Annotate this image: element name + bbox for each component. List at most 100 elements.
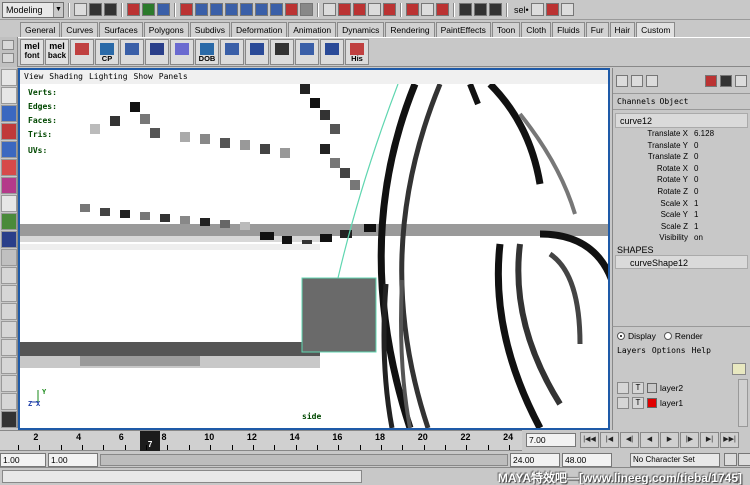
attribute-value[interactable]: on xyxy=(691,232,750,244)
pick-misc-icon[interactable] xyxy=(285,3,298,16)
layout-outliner-icon[interactable] xyxy=(1,303,17,320)
channel-box-toggle-icon[interactable] xyxy=(560,3,574,16)
attribute-editor-toggle-icon[interactable] xyxy=(530,3,544,16)
play-forward-button[interactable]: ▶ xyxy=(660,432,679,448)
current-frame-field[interactable]: 7.00 xyxy=(526,433,576,447)
tab-polygons[interactable]: Polygons xyxy=(143,22,189,37)
tab-cloth[interactable]: Cloth xyxy=(521,22,552,37)
layer-color-swatch[interactable] xyxy=(647,383,657,393)
attribute-row[interactable]: Rotate Z0 xyxy=(613,186,750,198)
move-tool-icon[interactable] xyxy=(1,105,17,122)
open-scene-icon[interactable] xyxy=(89,3,102,16)
step-back-key-button[interactable]: |◀ xyxy=(600,432,619,448)
attribute-value[interactable]: 0 xyxy=(691,174,750,186)
attribute-row[interactable]: Visibility on xyxy=(613,232,750,244)
xyz-button[interactable] xyxy=(70,39,94,65)
pick-joints-icon[interactable] xyxy=(195,3,208,16)
tab-custom[interactable]: Custom xyxy=(636,22,676,37)
tab-deformation[interactable]: Deformation xyxy=(230,22,288,37)
layer-menu-help[interactable]: Help xyxy=(692,346,711,355)
scale-tool-icon[interactable] xyxy=(1,141,17,158)
input-ops-icon[interactable] xyxy=(406,3,419,16)
pick-rendering-icon[interactable] xyxy=(270,3,283,16)
animation-prefs-icon[interactable] xyxy=(738,453,750,466)
shelf-menu-icon[interactable] xyxy=(2,40,14,50)
auto-key-icon[interactable] xyxy=(724,453,737,466)
command-input[interactable] xyxy=(2,470,362,483)
tab-general[interactable]: General xyxy=(20,22,61,37)
cp-button[interactable]: CP xyxy=(95,39,119,65)
layer-mode-render[interactable]: Render xyxy=(663,331,703,341)
plane-tool-button[interactable] xyxy=(245,39,269,65)
attribute-row[interactable]: Scale Z1 xyxy=(613,221,750,233)
tab-rendering[interactable]: Rendering xyxy=(385,22,435,37)
channel-box-menu-channels[interactable]: Channels xyxy=(617,94,656,109)
cube-select-button[interactable] xyxy=(270,39,294,65)
attribute-row[interactable]: Rotate X0 xyxy=(613,163,750,175)
viewport-scene[interactable] xyxy=(20,84,608,428)
attribute-row[interactable]: Translate Y0 xyxy=(613,140,750,152)
time-slider[interactable]: 7 2 4 6 8 10 12 14 16 18 20 22 24 xyxy=(18,430,522,451)
output-ops-icon[interactable] xyxy=(421,3,434,16)
layer-visibility-toggle[interactable] xyxy=(617,382,629,394)
viewport-panel[interactable]: View Shading Lighting Show Panels Verts:… xyxy=(18,68,610,430)
go-to-start-button[interactable]: |◀◀ xyxy=(580,432,599,448)
mel-font-button[interactable]: mel font xyxy=(20,39,44,65)
layer-scrollbar[interactable] xyxy=(738,379,748,427)
shape-name-field[interactable]: curveShape12 xyxy=(615,254,748,269)
panel-menu-show[interactable]: Show xyxy=(134,70,153,84)
last-tool-icon[interactable] xyxy=(1,213,17,230)
tab-dynamics[interactable]: Dynamics xyxy=(337,22,385,37)
attribute-row[interactable]: Translate X 6.128 xyxy=(613,128,750,140)
pick-dynamics-icon[interactable] xyxy=(255,3,268,16)
layer-visibility-toggle[interactable] xyxy=(617,397,629,409)
soft-mod-tool-icon[interactable] xyxy=(1,177,17,194)
step-forward-key-button[interactable]: ▶| xyxy=(700,432,719,448)
animation-end-field[interactable]: 48.00 xyxy=(562,453,612,467)
rotate-tool-icon[interactable] xyxy=(1,123,17,140)
layout-persp-outliner-icon[interactable] xyxy=(1,357,17,374)
step-forward-frame-button[interactable]: |▶ xyxy=(680,432,699,448)
panel-menu-shading[interactable]: Shading xyxy=(49,70,83,84)
attribute-value[interactable]: 1 xyxy=(691,221,750,233)
cylinder-tool-button[interactable] xyxy=(145,39,169,65)
layout-persp-hypershade-icon[interactable] xyxy=(1,393,17,410)
show-both-icon[interactable] xyxy=(646,74,658,87)
lasso-tool-icon[interactable] xyxy=(1,87,17,104)
snap-curve-icon[interactable] xyxy=(338,3,351,16)
attribute-value[interactable]: 0 xyxy=(691,140,750,152)
tab-subdivs[interactable]: Subdivs xyxy=(189,22,230,37)
attribute-value[interactable]: 1 xyxy=(691,209,750,221)
mel-back-button[interactable]: mel back xyxy=(45,39,69,65)
animation-start-field[interactable]: 1.00 xyxy=(0,453,46,467)
layout-graph-icon[interactable] xyxy=(1,321,17,338)
layout-four-icon[interactable] xyxy=(1,249,17,266)
selection-mode-label[interactable]: sel• xyxy=(514,5,529,15)
tab-animation[interactable]: Animation xyxy=(288,22,337,37)
attribute-row[interactable]: Scale Y1 xyxy=(613,209,750,221)
tab-surfaces[interactable]: Surfaces xyxy=(99,22,143,37)
snap-point-icon[interactable] xyxy=(353,3,366,16)
layer-color-swatch[interactable] xyxy=(647,398,657,408)
layer-template-toggle[interactable]: T xyxy=(632,382,644,394)
tab-hair[interactable]: Hair xyxy=(609,22,636,37)
panel-menu-view[interactable]: View xyxy=(24,70,43,84)
cube-tool-button[interactable] xyxy=(120,39,144,65)
new-layer-icon[interactable] xyxy=(732,363,746,375)
layer-menu-layers[interactable]: Layers xyxy=(617,346,646,355)
select-component-icon[interactable] xyxy=(157,3,170,16)
go-to-end-button[interactable]: ▶▶| xyxy=(720,432,739,448)
save-scene-icon[interactable] xyxy=(104,3,117,16)
layer-name[interactable]: layer1 xyxy=(660,398,683,408)
render-frame-icon[interactable] xyxy=(459,3,472,16)
layout-stack-icon[interactable] xyxy=(1,285,17,302)
character-set-selector[interactable]: No Character Set xyxy=(630,453,720,467)
tab-fluids[interactable]: Fluids xyxy=(552,22,585,37)
layout-custom-icon[interactable] xyxy=(1,411,17,428)
layer-name[interactable]: layer2 xyxy=(660,383,683,393)
attribute-row[interactable]: Translate Z0 xyxy=(613,151,750,163)
select-object-icon[interactable] xyxy=(142,3,155,16)
rotate-tool-button[interactable] xyxy=(170,39,194,65)
tab-toon[interactable]: Toon xyxy=(491,22,521,37)
grid-tool-button[interactable] xyxy=(220,39,244,65)
